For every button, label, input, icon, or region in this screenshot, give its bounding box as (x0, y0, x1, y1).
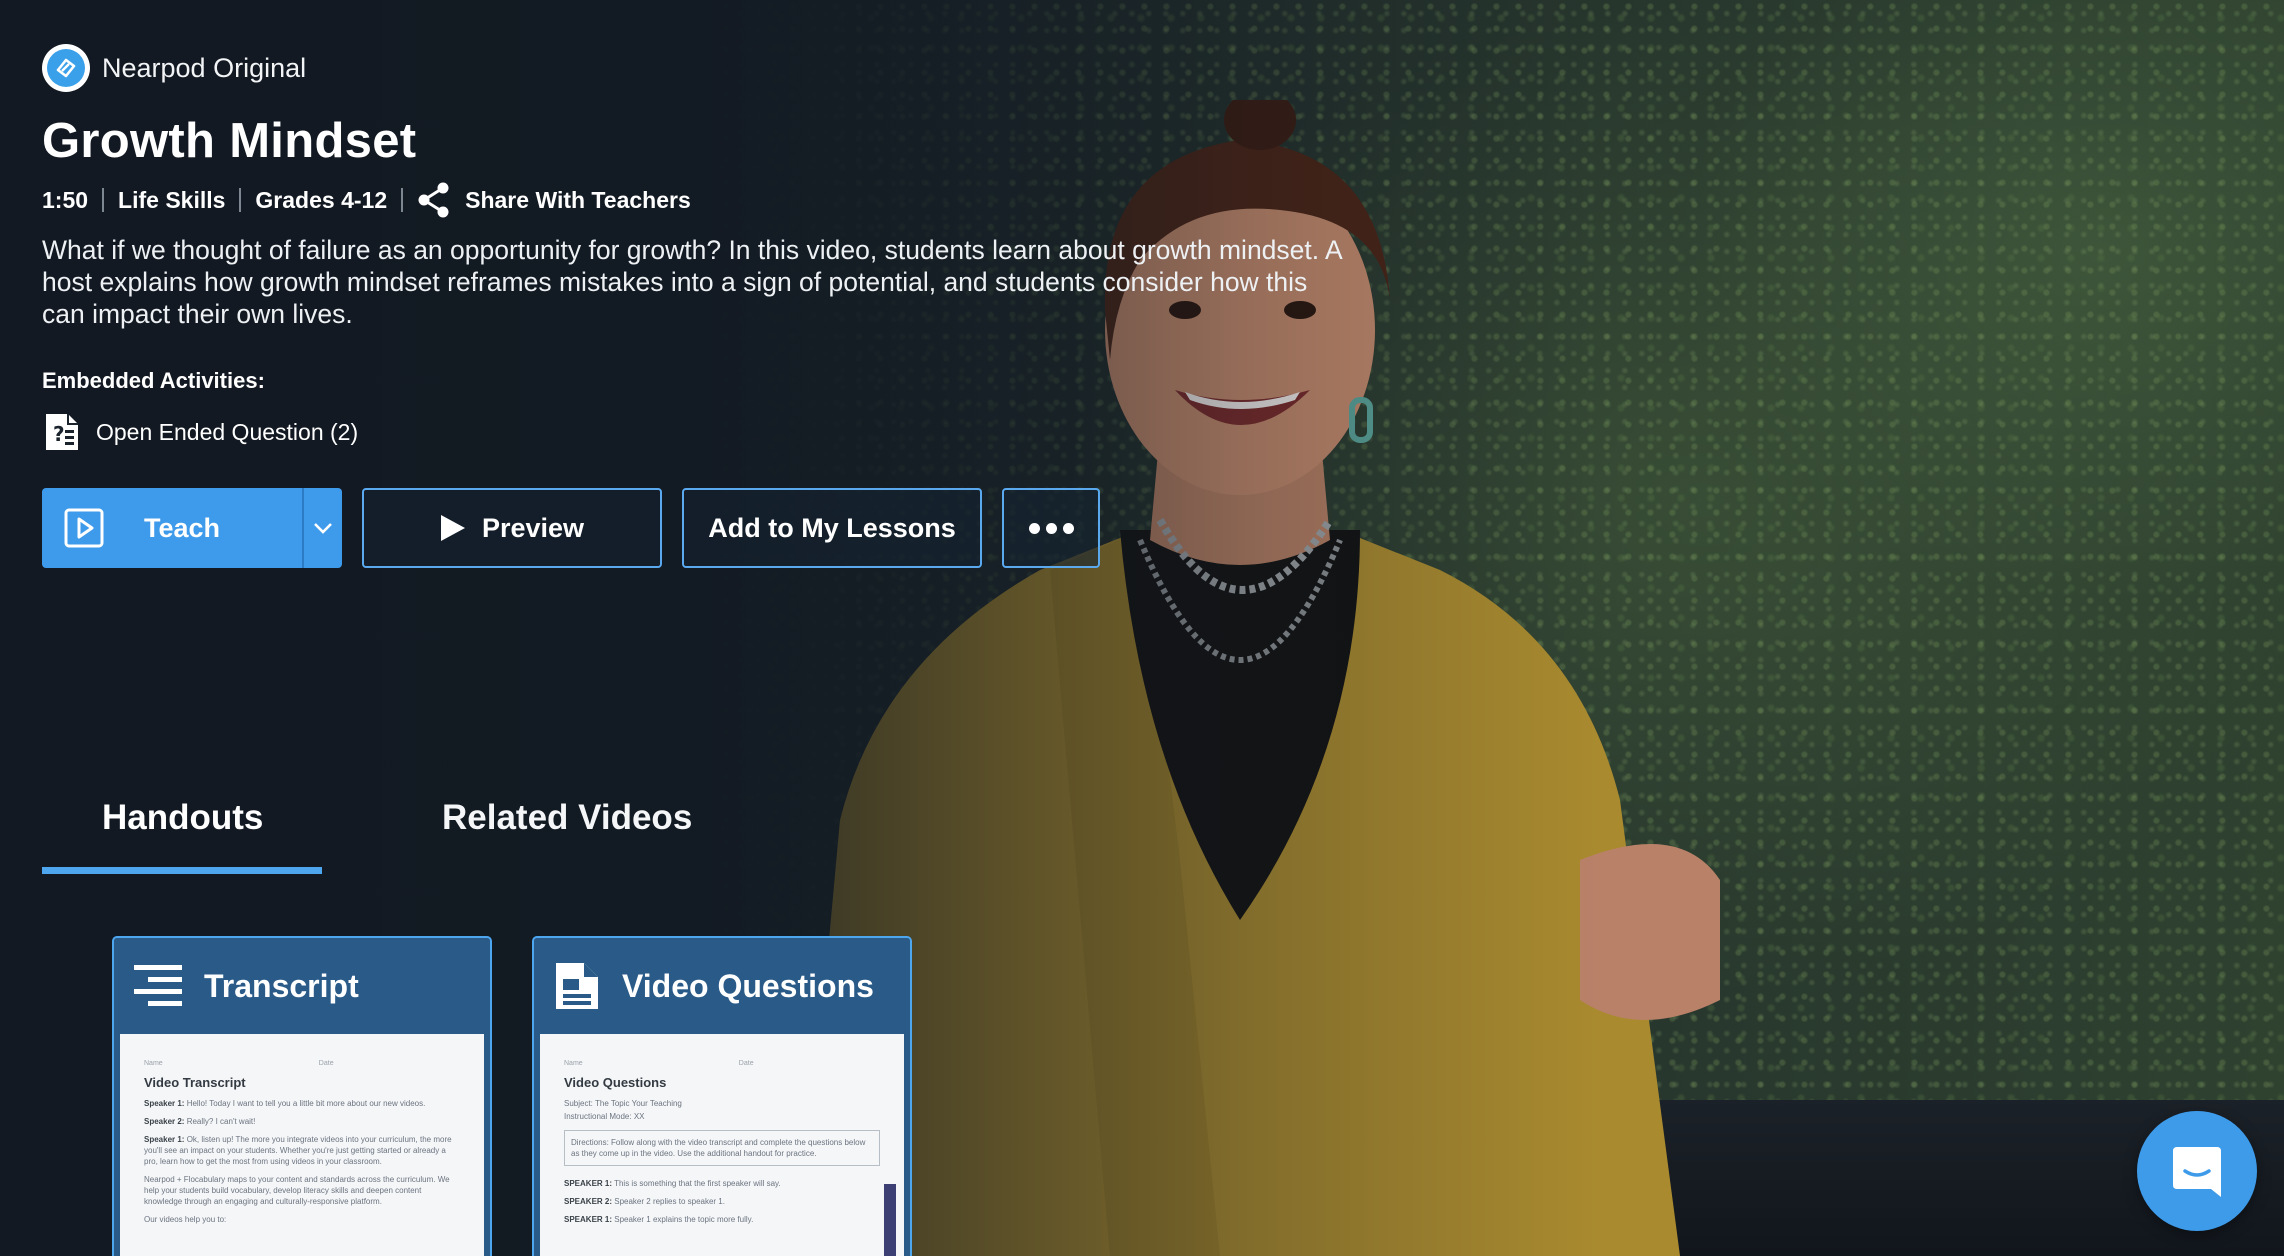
doc-date-label: Date (318, 1060, 334, 1067)
chat-icon (2173, 1147, 2221, 1197)
lines-icon (134, 965, 182, 1006)
doc-subject: Subject: The Topic Your Teaching (564, 1099, 682, 1108)
doc-directions: Directions: Follow along with the video … (564, 1130, 880, 1166)
tab-handouts[interactable]: Handouts (42, 790, 322, 874)
doc-line: Speaker 1: Ok, listen up! The more you i… (144, 1135, 452, 1166)
video-duration: 1:50 (42, 186, 89, 213)
share-icon (418, 182, 449, 218)
doc-line: Speaker 2: Really? I can't wait! (144, 1117, 256, 1126)
document-icon (556, 963, 598, 1009)
play-icon (440, 515, 465, 541)
embedded-activity-label: Open Ended Question (2) (96, 418, 359, 445)
doc-name-label: Name (564, 1060, 583, 1067)
present-icon (64, 508, 104, 548)
teach-dropdown-toggle[interactable] (302, 488, 342, 568)
handout-preview: Name Date Video Questions Subject: The To… (534, 1034, 910, 1256)
doc-heading: Video Questions (564, 1075, 667, 1090)
handout-title: Transcript (204, 967, 359, 1004)
doc-heading: Video Transcript (144, 1075, 246, 1090)
meta-divider (102, 188, 105, 212)
doc-line: Our videos help you to: (144, 1215, 227, 1224)
meta-divider (401, 188, 404, 212)
handout-card-header: Transcript (114, 938, 490, 1034)
doc-line: SPEAKER 1: This is something that the fi… (564, 1179, 781, 1188)
doc-line: Nearpod + Flocabulary maps to your conte… (144, 1175, 450, 1206)
handout-card-header: Video Questions (534, 938, 910, 1034)
brand-label: Nearpod Original (102, 52, 307, 83)
tab-related-videos[interactable]: Related Videos (322, 790, 692, 874)
video-title: Growth Mindset (42, 114, 417, 168)
doc-name-label: Name (144, 1060, 163, 1067)
doc-scrollbar (884, 1184, 896, 1256)
doc-mode: Instructional Mode: XX (564, 1112, 645, 1121)
share-with-teachers-link[interactable]: Share With Teachers (417, 182, 691, 218)
share-label: Share With Teachers (465, 186, 691, 213)
embedded-activities-label: Embedded Activities: (42, 368, 265, 393)
content-tabs: Handouts Related Videos (42, 790, 692, 874)
question-document-icon: ? (46, 414, 78, 450)
video-meta: 1:50 Life Skills Grades 4-12 Share With … (42, 180, 1342, 220)
preview-label: Preview (481, 512, 585, 543)
chevron-down-icon (314, 523, 332, 534)
doc-date-label: Date (738, 1060, 754, 1067)
more-dots-icon (1045, 522, 1057, 534)
teach-button[interactable]: Teach (42, 488, 342, 568)
more-options-button[interactable] (1002, 488, 1100, 568)
video-details: Nearpod Original Growth Mindset 1:50 Lif… (42, 44, 1342, 568)
add-to-my-lessons-button[interactable]: Add to My Lessons (682, 488, 982, 568)
nearpod-logo-icon (42, 44, 90, 92)
teach-label: Teach (144, 512, 221, 543)
doc-line: SPEAKER 1: Speaker 1 explains the topic … (564, 1215, 754, 1224)
video-grades: Grades 4-12 (255, 186, 388, 213)
meta-divider (239, 188, 242, 212)
more-dots-icon (1028, 522, 1040, 534)
more-dots-icon (1062, 522, 1074, 534)
handout-preview: Name Date Video Transcript Speaker 1: Hel… (114, 1034, 490, 1256)
teach-button-main[interactable]: Teach (42, 488, 302, 568)
video-subject: Life Skills (118, 186, 226, 213)
chat-launcher-button[interactable] (2137, 1111, 2257, 1231)
doc-line: SPEAKER 2: Speaker 2 replies to speaker … (564, 1197, 725, 1206)
action-buttons: Teach Preview Add to My Lessons (42, 488, 1342, 568)
svg-text:?: ? (53, 422, 65, 446)
handout-card-video-questions[interactable]: Video Questions Name Date Video Questions… (532, 936, 912, 1256)
handout-card-transcript[interactable]: Transcript Name Date Video Transcript Spe… (112, 936, 492, 1256)
add-label: Add to My Lessons (708, 512, 956, 543)
preview-button[interactable]: Preview (362, 488, 662, 568)
brand: Nearpod Original (42, 44, 1342, 92)
doc-line: Speaker 1: Hello! Today I want to tell y… (144, 1099, 426, 1108)
video-description: What if we thought of failure as an oppo… (42, 235, 1342, 329)
embedded-activity-item: ? Open Ended Question (2) (42, 412, 1342, 452)
handout-title: Video Questions (622, 967, 874, 1004)
